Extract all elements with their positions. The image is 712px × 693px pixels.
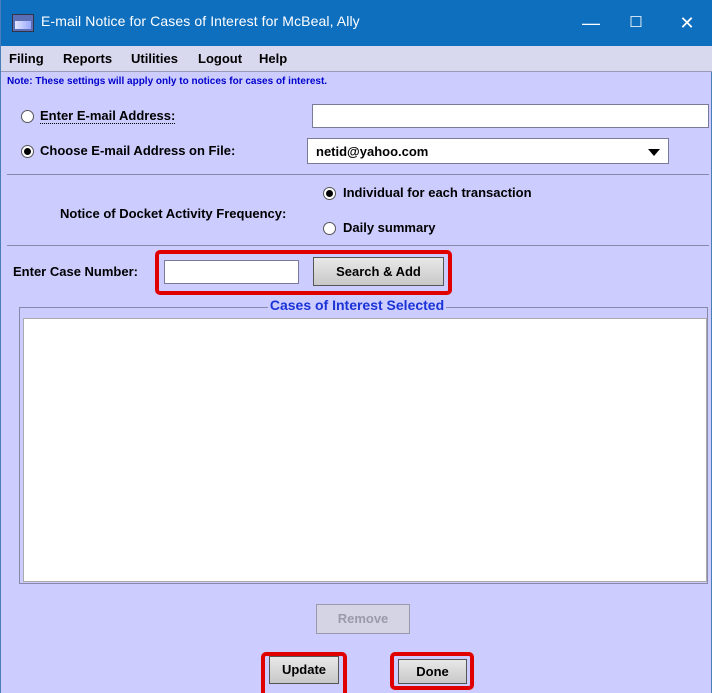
cases-list[interactable] [23, 318, 707, 582]
maximize-button[interactable]: ☐ [616, 8, 656, 38]
search-add-button[interactable]: Search & Add [313, 257, 444, 286]
window-title: E-mail Notice for Cases of Interest for … [41, 13, 360, 29]
chevron-down-icon [648, 149, 660, 156]
individual-transaction-radio[interactable] [323, 187, 336, 200]
cases-panel-title: Cases of Interest Selected [1, 297, 712, 313]
menu-help[interactable]: Help [259, 51, 287, 66]
enter-email-label: Enter E-mail Address: [40, 108, 176, 124]
case-number-input[interactable] [164, 260, 299, 284]
email-on-file-dropdown[interactable]: netid@yahoo.com [307, 138, 669, 164]
menu-bar: Filing Reports Utilities Logout Help [1, 46, 712, 72]
menu-logout[interactable]: Logout [198, 51, 242, 66]
cases-panel-title-text: Cases of Interest Selected [267, 297, 447, 313]
individual-transaction-label: Individual for each transaction [343, 185, 532, 200]
menu-reports[interactable]: Reports [63, 51, 112, 66]
minimize-button[interactable]: — [571, 8, 611, 38]
done-button[interactable]: Done [398, 659, 467, 684]
email-notice-window: E-mail Notice for Cases of Interest for … [0, 0, 712, 693]
menu-utilities[interactable]: Utilities [131, 51, 178, 66]
remove-button[interactable]: Remove [316, 604, 410, 634]
daily-summary-radio[interactable] [323, 222, 336, 235]
email-on-file-value: netid@yahoo.com [316, 144, 429, 159]
settings-note: Note: These settings will apply only to … [7, 76, 328, 87]
enter-email-radio[interactable] [21, 110, 34, 123]
frequency-label: Notice of Docket Activity Frequency: [60, 206, 287, 221]
choose-email-radio[interactable] [21, 145, 34, 158]
close-button[interactable]: ✕ [667, 8, 707, 38]
choose-email-label: Choose E-mail Address on File: [40, 143, 236, 158]
app-icon [12, 14, 34, 32]
divider [7, 245, 709, 246]
update-button[interactable]: Update [269, 656, 339, 684]
divider [7, 174, 709, 175]
menu-filing[interactable]: Filing [9, 51, 44, 66]
enter-email-input[interactable] [312, 104, 709, 128]
daily-summary-label: Daily summary [343, 220, 436, 235]
case-number-label: Enter Case Number: [13, 264, 138, 279]
title-bar[interactable]: E-mail Notice for Cases of Interest for … [1, 0, 712, 46]
